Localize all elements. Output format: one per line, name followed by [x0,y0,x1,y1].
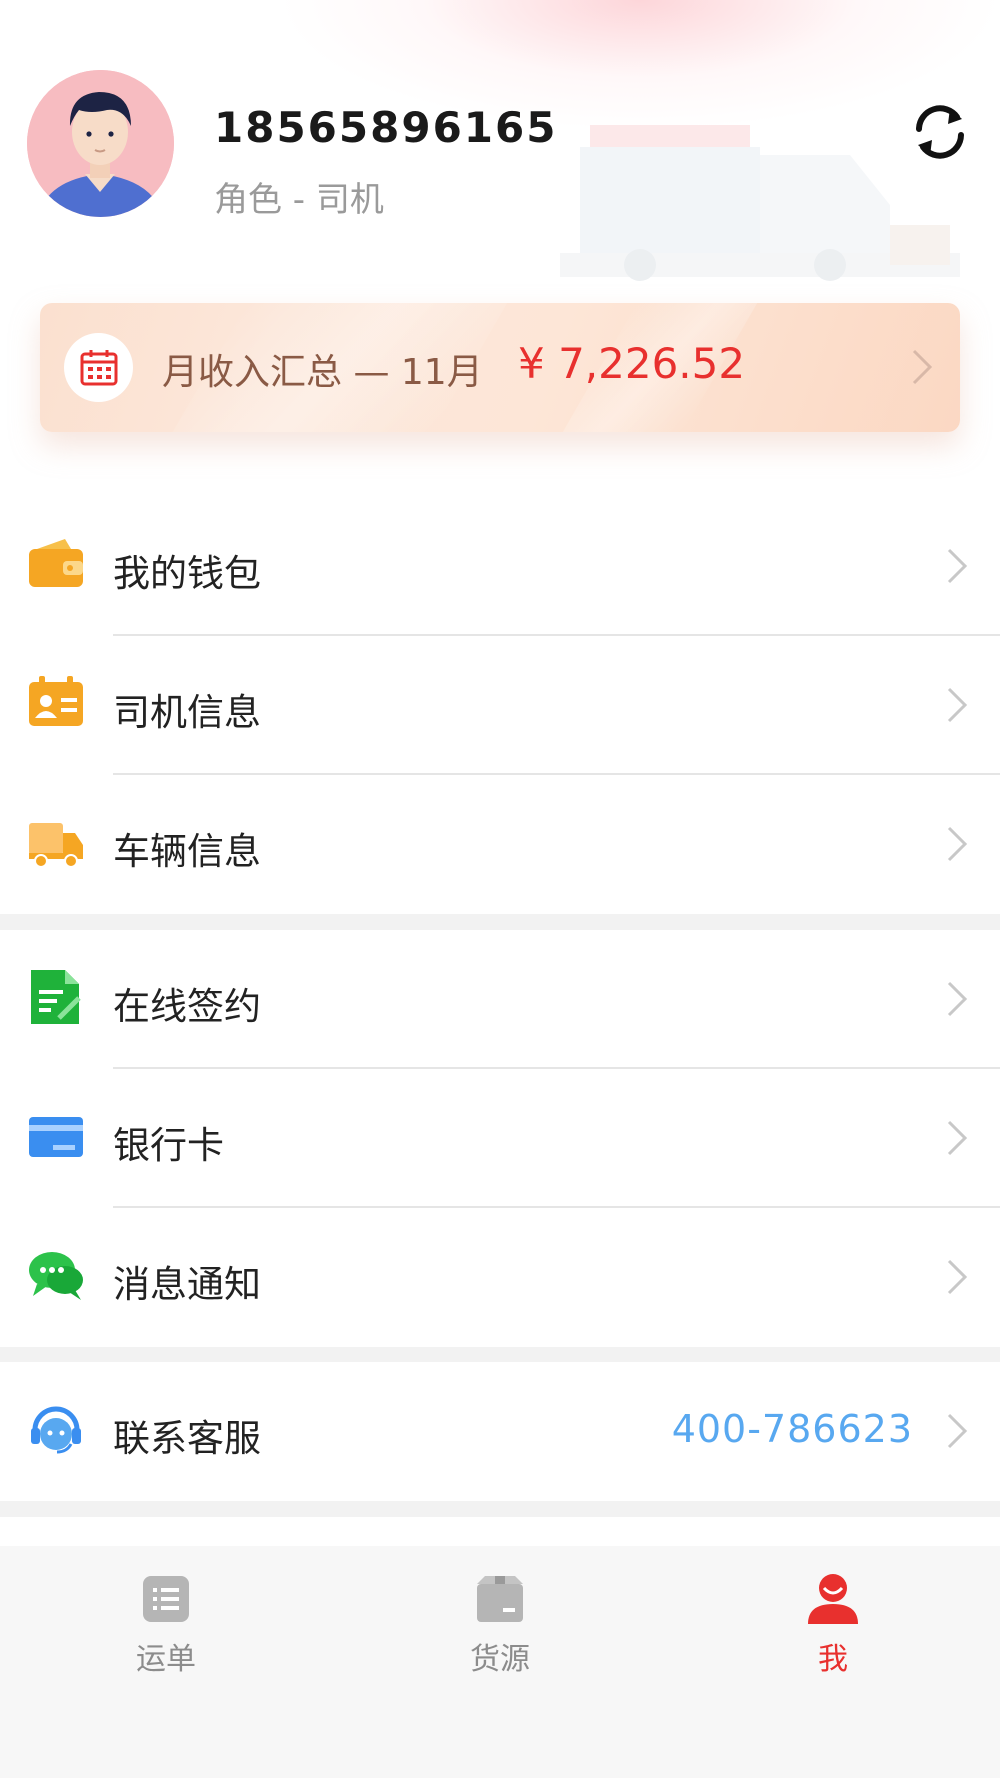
chevron-right-icon [947,548,968,584]
section-separator [0,1347,1000,1363]
calendar-icon [80,349,117,385]
chevron-right-icon [912,349,933,385]
section-separator [0,1501,1000,1517]
chevron-right-icon [947,826,968,862]
menu-group-support: 联系客服 400-786623 [0,1362,1000,1501]
customer-service-icon [31,1406,81,1454]
chevron-right-icon [947,687,968,723]
waybill-icon [143,1576,189,1622]
menu-item-wallet[interactable]: 我的钱包 [0,497,1000,636]
chevron-right-icon [947,1259,968,1295]
driver-card-icon [29,676,83,726]
tab-label: 运单 [136,1642,196,1677]
menu-item-online-contract[interactable]: 在线签约 [0,930,1000,1069]
user-role: 角色 - 司机 [214,180,384,220]
menu-label: 司机信息 [113,691,261,734]
contract-icon [31,970,81,1024]
profile-icon [808,1574,858,1624]
menu-label: 银行卡 [113,1124,224,1167]
menu-label: 我的钱包 [113,552,261,595]
menu-item-driver-info[interactable]: 司机信息 [0,636,1000,775]
chevron-right-icon [947,981,968,1017]
tab-waybill[interactable]: 运单 [96,1572,236,1682]
chevron-right-icon [947,1413,968,1449]
monthly-income-card[interactable]: 月收入汇总 — 11月 ¥ 7,226.52 [40,303,960,432]
user-phone: 18565896165 [214,103,558,152]
menu-item-messages[interactable]: 消息通知 [0,1208,1000,1347]
income-amount: ¥ 7,226.52 [518,339,746,388]
menu-label: 车辆信息 [113,830,261,873]
menu-group-services: 在线签约 银行卡 消息通知 [0,930,1000,1347]
tab-label: 我 [818,1642,848,1677]
avatar[interactable] [27,70,174,217]
menu-label: 消息通知 [113,1263,261,1306]
switch-role-icon[interactable] [907,99,973,165]
cargo-box-icon [477,1576,523,1622]
tab-profile[interactable]: 我 [763,1572,903,1682]
menu-item-vehicle-info[interactable]: 车辆信息 [0,775,1000,914]
truck-icon [29,823,83,868]
bottom-tab-bar: 运单 货源 我 [0,1546,1000,1778]
service-phone-number[interactable]: 400-786623 [672,1407,913,1451]
menu-item-bank-card[interactable]: 银行卡 [0,1069,1000,1208]
tab-cargo[interactable]: 货源 [430,1572,570,1682]
chevron-right-icon [947,1120,968,1156]
income-label: 月收入汇总 — 11月 [162,352,483,393]
avatar-illustration [27,70,174,217]
bank-card-icon [29,1117,83,1157]
message-icon [29,1252,83,1300]
menu-group-account: 我的钱包 司机信息 车辆信息 [0,497,1000,914]
profile-header: 18565896165 角色 - 司机 [0,0,1000,290]
wallet-icon [29,539,83,587]
menu-item-customer-service[interactable]: 联系客服 400-786623 [0,1362,1000,1501]
tab-label: 货源 [470,1642,530,1677]
menu-label: 联系客服 [113,1417,261,1460]
menu-label: 在线签约 [113,985,261,1028]
section-separator [0,914,1000,930]
calendar-badge [64,333,133,402]
